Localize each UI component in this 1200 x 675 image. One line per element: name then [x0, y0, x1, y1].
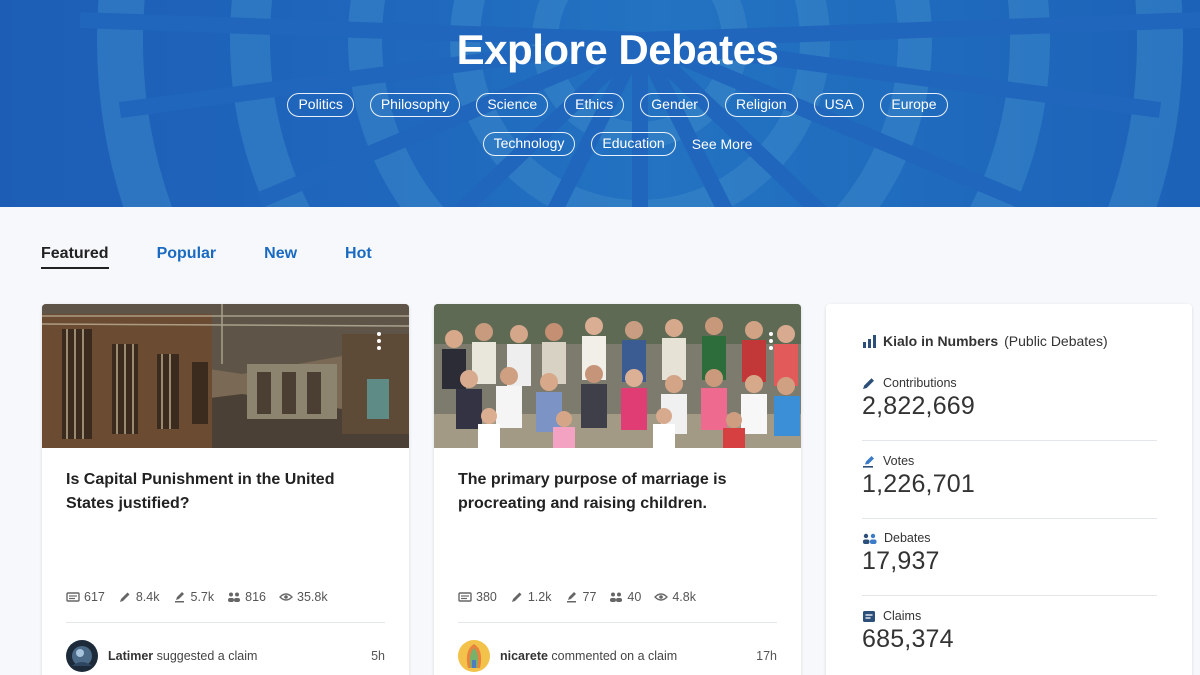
stat-label: Votes — [883, 454, 915, 468]
claims-icon — [863, 610, 875, 622]
topic-chips-row-1: Politics Philosophy Science Ethics Gende… — [0, 93, 1200, 117]
recent-activity[interactable]: nicarete commented on a claim 17h — [458, 640, 777, 672]
stat-value: 2,822,669 — [862, 392, 976, 420]
tab-new[interactable]: New — [264, 245, 297, 269]
stat-contributions: Contributions 2,822,669 — [862, 376, 1157, 421]
avatar[interactable] — [458, 640, 490, 672]
stat-debates: Debates 17,937 — [862, 531, 1157, 576]
divider — [66, 622, 385, 623]
activity-text: nicarete commented on a claim — [500, 649, 678, 663]
eye-icon — [654, 593, 669, 601]
topic-chip-politics[interactable]: Politics — [287, 93, 354, 117]
activity-text: Latimer suggested a claim — [108, 649, 258, 663]
claims-stat: 617 — [66, 590, 105, 604]
debate-card-image-family — [434, 304, 801, 448]
stat-label: Claims — [883, 609, 922, 623]
people-icon — [610, 592, 623, 602]
stat-votes: Votes 1,226,701 — [862, 454, 1157, 499]
contributions-stat: 8.4k — [118, 590, 160, 604]
pencil-icon — [511, 592, 522, 602]
topic-chip-technology[interactable]: Technology — [482, 132, 576, 156]
topic-chip-europe[interactable]: Europe — [880, 93, 948, 117]
bar-chart-icon — [863, 334, 876, 348]
pencil-icon — [863, 377, 874, 389]
activity-time: 17h — [756, 649, 777, 663]
debate-card-stats: 380 1.2k 77 40 4.8k — [458, 590, 696, 604]
topic-chip-philosophy[interactable]: Philosophy — [369, 93, 461, 117]
topic-chip-ethics[interactable]: Ethics — [564, 93, 625, 117]
views-stat: 4.8k — [654, 590, 696, 604]
views-stat: 35.8k — [279, 590, 328, 604]
recent-activity[interactable]: Latimer suggested a claim 5h — [66, 640, 385, 672]
divider — [862, 518, 1157, 519]
vote-icon — [863, 455, 874, 468]
hero-banner: Explore Debates Politics Philosophy Scie… — [0, 0, 1200, 207]
people-icon — [228, 592, 241, 602]
stat-value: 1,226,701 — [862, 470, 976, 498]
activity-user[interactable]: nicarete — [500, 649, 548, 663]
see-more-link[interactable]: See More — [692, 132, 753, 156]
stat-label: Contributions — [883, 376, 957, 390]
card-menu-icon[interactable] — [769, 332, 773, 350]
activity-time: 5h — [371, 649, 385, 663]
stat-label: Debates — [884, 531, 931, 545]
numbers-title: Kialo in Numbers — [883, 333, 999, 349]
participants-stat: 816 — [227, 590, 266, 604]
debate-card[interactable]: Is Capital Punishment in the United Stat… — [42, 304, 409, 675]
divider — [862, 440, 1157, 441]
tab-hot[interactable]: Hot — [345, 245, 372, 269]
card-menu-icon[interactable] — [377, 332, 381, 350]
participants-stat: 40 — [609, 590, 641, 604]
divider — [862, 595, 1157, 596]
avatar[interactable] — [66, 640, 98, 672]
topic-chip-usa[interactable]: USA — [813, 93, 865, 117]
debate-card[interactable]: The primary purpose of marriage is procr… — [434, 304, 801, 675]
tab-featured[interactable]: Featured — [41, 245, 109, 269]
contributions-stat: 1.2k — [510, 590, 552, 604]
debate-card-title[interactable]: The primary purpose of marriage is procr… — [458, 468, 778, 516]
topic-chip-religion[interactable]: Religion — [724, 93, 798, 117]
debate-tabs: Featured Popular New Hot — [41, 245, 372, 269]
claims-icon — [66, 592, 80, 602]
eye-icon — [279, 593, 293, 601]
people-icon — [863, 533, 877, 544]
stat-claims: Claims 685,374 — [862, 609, 1157, 654]
stat-value: 685,374 — [862, 625, 954, 653]
votes-stat: 77 — [565, 590, 596, 604]
tab-popular[interactable]: Popular — [157, 245, 217, 269]
topic-chip-gender[interactable]: Gender — [640, 93, 709, 117]
claims-stat: 380 — [458, 590, 497, 604]
numbers-header: Kialo in Numbers (Public Debates) — [862, 333, 1108, 349]
stat-value: 17,937 — [862, 547, 940, 575]
votes-stat: 5.7k — [173, 590, 214, 604]
divider — [458, 622, 777, 623]
debate-card-stats: 617 8.4k 5.7k 816 35.8k — [66, 590, 328, 604]
vote-icon — [174, 592, 184, 603]
kialo-numbers-panel: Kialo in Numbers (Public Debates) Contri… — [826, 304, 1192, 675]
topic-chip-science[interactable]: Science — [476, 93, 549, 117]
activity-user[interactable]: Latimer — [108, 649, 153, 663]
pencil-icon — [119, 592, 130, 602]
topic-chips-row-2: Technology Education See More — [0, 132, 1200, 156]
vote-icon — [566, 592, 576, 603]
numbers-subtitle: (Public Debates) — [1004, 333, 1108, 349]
debate-card-image-prison — [42, 304, 409, 448]
debate-card-title[interactable]: Is Capital Punishment in the United Stat… — [66, 468, 386, 516]
page-title: Explore Debates — [456, 26, 779, 73]
claims-icon — [458, 592, 472, 602]
topic-chip-education[interactable]: Education — [591, 132, 676, 156]
